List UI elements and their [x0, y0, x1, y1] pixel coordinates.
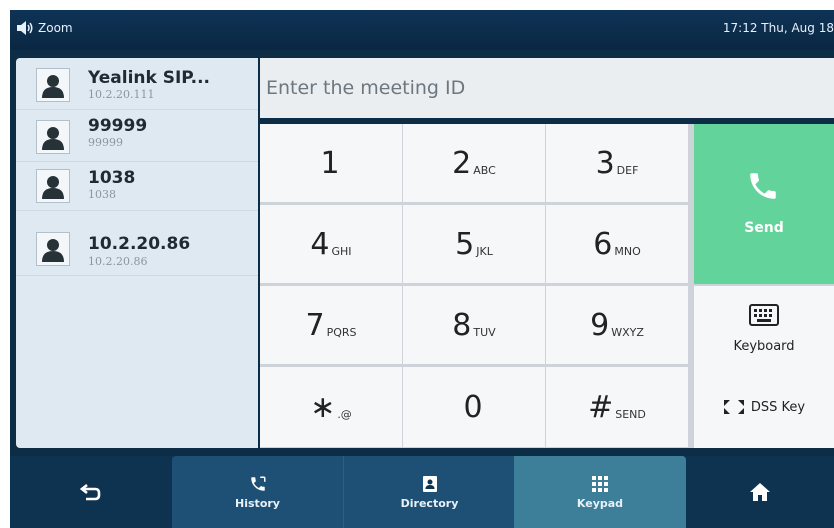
- keyboard-icon: [749, 304, 779, 326]
- key-letters: JKL: [476, 244, 493, 258]
- key-star[interactable]: ∗ .@: [260, 367, 403, 448]
- contact-number: 10.2.20.86: [88, 255, 148, 268]
- dss-key-icon: [723, 400, 744, 414]
- key-digit: 7: [305, 307, 325, 343]
- key-1[interactable]: 1: [260, 124, 403, 203]
- dss-key-label: DSS Key: [750, 399, 806, 415]
- dss-key-button[interactable]: DSS Key: [694, 366, 834, 448]
- meeting-id-input[interactable]: [260, 58, 834, 118]
- tab-history-label: History: [235, 496, 280, 510]
- mode-label: Zoom: [38, 21, 73, 35]
- key-letters: DEF: [616, 163, 639, 177]
- status-mode: Zoom: [16, 21, 73, 35]
- key-letters: TUV: [473, 325, 496, 339]
- key-7[interactable]: 7 PQRS: [260, 286, 403, 365]
- keyboard-label: Keyboard: [733, 339, 795, 354]
- history-icon: [250, 476, 265, 491]
- key-digit: 0: [463, 389, 483, 425]
- key-digit: 4: [310, 226, 330, 262]
- tab-history[interactable]: History: [172, 456, 343, 528]
- key-digit: 5: [455, 226, 475, 262]
- keypad-icon: [592, 475, 608, 492]
- phone-screen: Zoom 17:12 Thu, Aug 18 Yealink SIP... 10…: [10, 10, 834, 528]
- key-5[interactable]: 5 JKL: [403, 205, 546, 284]
- contact-name: 99999: [88, 116, 148, 136]
- contact-number: 1038: [88, 188, 116, 201]
- home-icon: [750, 483, 770, 501]
- back-button[interactable]: [10, 456, 172, 528]
- keyboard-button[interactable]: Keyboard: [694, 286, 834, 366]
- phone-icon: [750, 173, 776, 199]
- contact-avatar-icon: [36, 232, 70, 266]
- status-bar: Zoom 17:12 Thu, Aug 18: [10, 10, 834, 50]
- contact-name: 10.2.20.86: [88, 234, 191, 254]
- tab-keypad-label: Keypad: [576, 496, 624, 510]
- datetime: 17:12 Thu, Aug 18: [722, 21, 834, 35]
- key-digit: 3: [595, 145, 615, 181]
- recent-contacts-list: Yealink SIP... 10.2.20.111 99999 99999 1…: [16, 58, 258, 448]
- contact-item[interactable]: 10.2.20.86 10.2.20.86: [16, 224, 258, 276]
- key-digit: 8: [452, 307, 472, 343]
- key-2[interactable]: 2 ABC: [403, 124, 546, 203]
- key-hash[interactable]: # SEND: [546, 367, 689, 448]
- contact-item[interactable]: 99999 99999: [16, 110, 258, 162]
- key-digit: 1: [320, 145, 340, 181]
- contact-avatar-icon: [36, 169, 70, 203]
- bottom-nav: History Directory Keypad: [10, 456, 834, 528]
- contact-number: 10.2.20.111: [88, 88, 155, 101]
- key-letters: SEND: [615, 407, 646, 421]
- contact-item[interactable]: Yealink SIP... 10.2.20.111: [16, 58, 258, 110]
- key-digit: 2: [452, 145, 472, 181]
- key-digit: 9: [590, 307, 610, 343]
- contact-name: Yealink SIP...: [88, 68, 211, 88]
- tab-keypad[interactable]: Keypad: [514, 456, 686, 528]
- send-button[interactable]: Send: [694, 124, 834, 284]
- tab-directory-label: Directory: [400, 496, 459, 510]
- key-letters: ABC: [473, 163, 496, 177]
- frame: Zoom 17:12 Thu, Aug 18 Yealink SIP... 10…: [0, 0, 834, 528]
- key-digit: #: [588, 389, 614, 425]
- home-button[interactable]: [686, 456, 834, 528]
- key-digit: 6: [593, 226, 613, 262]
- key-8[interactable]: 8 TUV: [403, 286, 546, 365]
- contact-name: 1038: [88, 168, 136, 188]
- directory-icon: [422, 475, 437, 492]
- key-letters: GHI: [331, 244, 352, 258]
- key-0[interactable]: 0: [403, 367, 546, 448]
- key-digit: ∗: [310, 389, 336, 425]
- send-label: Send: [744, 220, 784, 236]
- key-9[interactable]: 9 WXYZ: [546, 286, 689, 365]
- key-letters: MNO: [614, 244, 641, 258]
- contact-item[interactable]: 1038 1038: [16, 162, 258, 211]
- contact-avatar-icon: [36, 120, 70, 154]
- speaker-icon: [17, 21, 33, 35]
- back-icon: [80, 483, 101, 501]
- key-6[interactable]: 6 MNO: [546, 205, 689, 284]
- key-4[interactable]: 4 GHI: [260, 205, 403, 284]
- contact-avatar-icon: [36, 68, 70, 102]
- key-letters: WXYZ: [611, 325, 644, 339]
- contact-number: 99999: [88, 136, 123, 149]
- key-letters: .@: [337, 407, 352, 421]
- key-letters: PQRS: [326, 325, 357, 339]
- tab-directory[interactable]: Directory: [343, 456, 515, 528]
- key-3[interactable]: 3 DEF: [546, 124, 689, 203]
